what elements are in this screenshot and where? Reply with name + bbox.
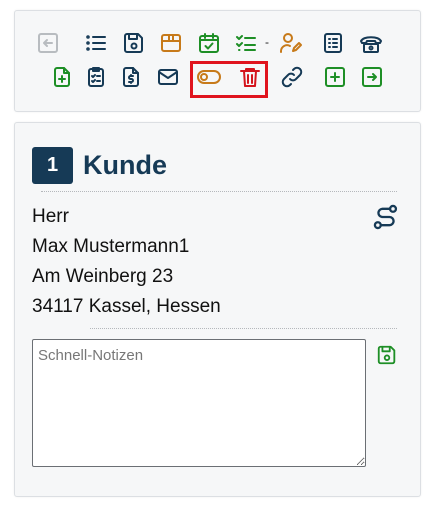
calendar-check-icon[interactable]	[194, 28, 224, 58]
user-edit-icon[interactable]	[276, 28, 306, 58]
section-header: 1 Kunde	[32, 147, 167, 184]
phone-icon[interactable]	[356, 28, 386, 58]
invoice-icon[interactable]	[116, 62, 146, 92]
forward-icon[interactable]	[357, 62, 387, 92]
customer-name: Max Mustermann1	[32, 236, 190, 257]
quick-notes-input[interactable]	[32, 339, 366, 467]
list-icon[interactable]	[81, 28, 111, 58]
checklist-icon[interactable]	[231, 28, 261, 58]
selection-highlight	[190, 61, 268, 98]
toolbar-panel: -	[14, 10, 421, 112]
save-icon[interactable]	[119, 28, 149, 58]
back-icon[interactable]	[33, 28, 63, 58]
customer-city: 34117 Kassel, Hessen	[32, 296, 221, 317]
add-icon[interactable]	[320, 62, 350, 92]
notes-save-icon[interactable]	[374, 342, 400, 368]
file-add-icon[interactable]	[47, 62, 77, 92]
customer-panel: 1 Kunde Herr Max Mustermann1 Am Weinberg…	[14, 122, 421, 497]
section-number-badge: 1	[32, 147, 73, 184]
clipboard-check-icon[interactable]	[81, 62, 111, 92]
archive-icon[interactable]	[156, 28, 186, 58]
section-title: Kunde	[83, 150, 167, 180]
list-detail-icon[interactable]	[318, 28, 348, 58]
toolbar-separator: -	[265, 35, 269, 49]
header-divider	[41, 191, 397, 193]
mail-icon[interactable]	[153, 62, 183, 92]
route-icon[interactable]	[372, 203, 400, 231]
address-divider	[90, 328, 397, 330]
customer-street: Am Weinberg 23	[32, 266, 174, 287]
customer-salutation: Herr	[32, 206, 69, 227]
link-icon[interactable]	[277, 62, 307, 92]
